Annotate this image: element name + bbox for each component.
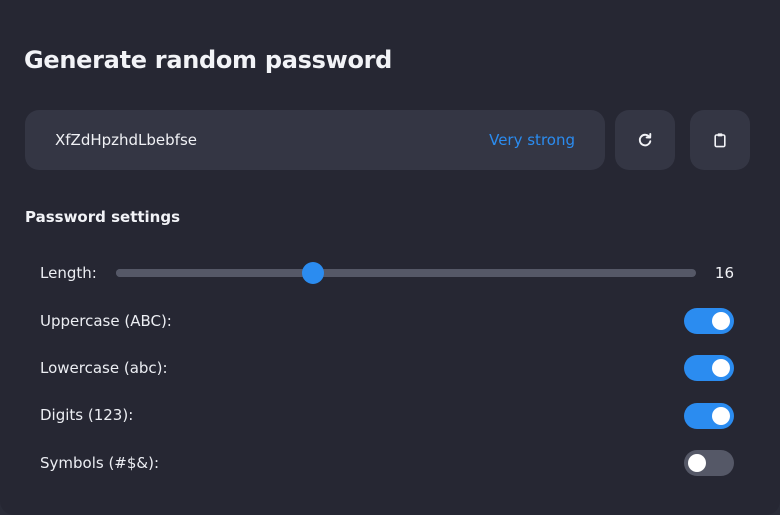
symbols-label: Symbols (#$&): xyxy=(40,454,160,472)
lowercase-label: Lowercase (abc): xyxy=(40,359,168,377)
page-title: Generate random password xyxy=(24,46,393,74)
digits-toggle[interactable] xyxy=(684,403,734,429)
clipboard-icon xyxy=(712,132,728,148)
lowercase-toggle[interactable] xyxy=(684,355,734,381)
regenerate-button[interactable] xyxy=(615,110,675,170)
settings-title: Password settings xyxy=(25,208,181,226)
toggle-knob xyxy=(688,454,706,472)
copy-button[interactable] xyxy=(690,110,750,170)
length-slider-track[interactable] xyxy=(116,269,696,277)
length-slider-thumb[interactable] xyxy=(301,262,324,284)
uppercase-label: Uppercase (ABC): xyxy=(40,312,172,330)
length-label: Length: xyxy=(40,264,97,282)
toggle-knob xyxy=(712,359,730,377)
length-value: 16 xyxy=(714,264,734,282)
password-value[interactable]: XfZdHpzhdLbebfse xyxy=(55,129,197,151)
toggle-knob xyxy=(712,407,730,425)
refresh-icon xyxy=(637,132,653,148)
password-generator-panel: Generate random password XfZdHpzhdLbebfs… xyxy=(0,0,780,515)
strength-label: Very strong xyxy=(489,131,575,149)
password-display[interactable]: XfZdHpzhdLbebfse Very strong xyxy=(25,110,605,170)
digits-label: Digits (123): xyxy=(40,406,134,424)
toggle-knob xyxy=(712,312,730,330)
uppercase-toggle[interactable] xyxy=(684,308,734,334)
length-slider-fill xyxy=(116,269,313,277)
symbols-toggle[interactable] xyxy=(684,450,734,476)
